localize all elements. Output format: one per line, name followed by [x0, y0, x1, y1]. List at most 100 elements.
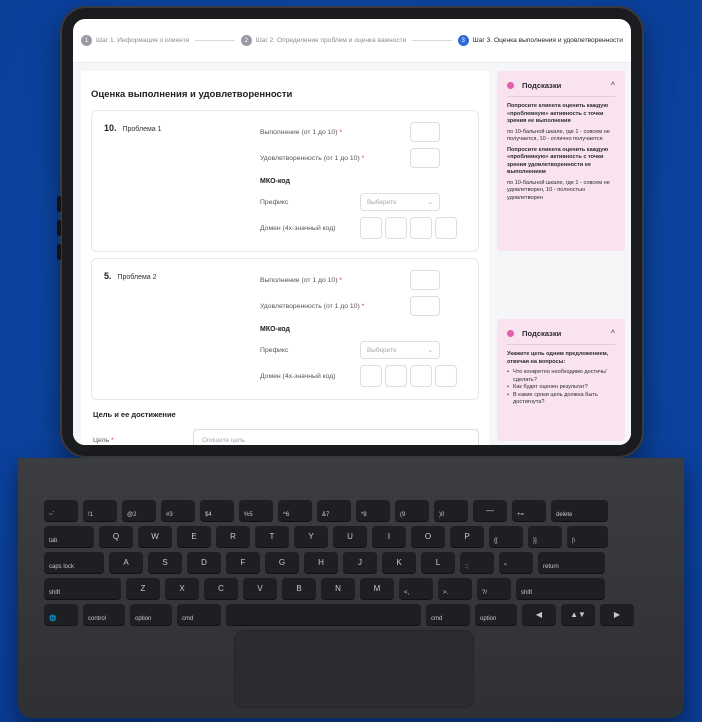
key[interactable]: V [243, 578, 277, 599]
key[interactable]: D [187, 552, 221, 573]
goal-section-title: Цель и ее достижение [93, 410, 176, 419]
domain-digit-input[interactable] [435, 365, 457, 387]
key[interactable]: E [177, 526, 211, 547]
domain-digit-input[interactable] [385, 217, 407, 239]
key[interactable]: I [372, 526, 406, 547]
chevron-up-icon[interactable]: ^ [611, 82, 615, 89]
key[interactable]: F [226, 552, 260, 573]
key[interactable]: L [421, 552, 455, 573]
hints-header[interactable]: Подсказки ^ [507, 81, 615, 90]
key[interactable]: R [216, 526, 250, 547]
satisfaction-input[interactable] [410, 148, 440, 168]
hints-title: Подсказки [522, 329, 562, 338]
key[interactable]: option [130, 604, 172, 625]
key[interactable]: K [382, 552, 416, 573]
prefix-select[interactable]: Выберите ⌄ [360, 193, 440, 211]
key[interactable]: !1 [83, 500, 117, 521]
key[interactable]: {[ [489, 526, 523, 547]
key[interactable]: M [360, 578, 394, 599]
performance-input[interactable] [410, 270, 440, 290]
key[interactable]: (9 [395, 500, 429, 521]
key[interactable]: Q [99, 526, 133, 547]
key[interactable]: control [83, 604, 125, 625]
key[interactable]: >. [438, 578, 472, 599]
step-3[interactable]: 3 Шаг 3. Оценка выполнения и удовлетворе… [457, 35, 623, 46]
key[interactable]: C [204, 578, 238, 599]
key[interactable]: ◀ [522, 604, 556, 625]
device-button [57, 196, 61, 212]
step-1[interactable]: 1 Шаг 1. Информация о клиенте [81, 35, 189, 46]
domain-digit-input[interactable] [435, 217, 457, 239]
key[interactable]: )0 [434, 500, 468, 521]
key[interactable]: #3 [161, 500, 195, 521]
key[interactable]: caps lock [44, 552, 104, 573]
domain-digit-input[interactable] [385, 365, 407, 387]
key[interactable]: $4 [200, 500, 234, 521]
hints-header[interactable]: Подсказки ^ [507, 329, 615, 338]
step-2[interactable]: 2 Шаг 2. Определение проблем и оценка ва… [240, 35, 406, 46]
satisfaction-input[interactable] [410, 296, 440, 316]
key[interactable]: — [473, 500, 507, 521]
key[interactable]: delete [551, 500, 608, 521]
key[interactable]: W [138, 526, 172, 547]
key[interactable]: option [475, 604, 517, 625]
key[interactable]: A [109, 552, 143, 573]
domain-digit-input[interactable] [410, 365, 432, 387]
goal-input[interactable]: Опишите цель [193, 429, 479, 445]
domain-digit-input[interactable] [410, 217, 432, 239]
key[interactable]: T [255, 526, 289, 547]
key[interactable]: cmd [426, 604, 470, 625]
key[interactable]: shift [44, 578, 121, 599]
key[interactable]: shift [516, 578, 605, 599]
key[interactable]: <, [399, 578, 433, 599]
key[interactable]: tab [44, 526, 94, 547]
step-number: 1 [81, 35, 92, 46]
problem-header: 5. Проблема 2 [104, 271, 157, 281]
performance-input[interactable] [410, 122, 440, 142]
key[interactable]: Z [126, 578, 160, 599]
domain-row: Домен (4х-значный код) [260, 365, 474, 387]
satisfaction-label: Удовлетворенность (от 1 до 10) * [260, 155, 410, 162]
key[interactable]: cmd [177, 604, 221, 625]
keyboard-row: ~` !1 @2 #3 $4 %5 ^6 &7 *8 (9)0— += delete [44, 500, 658, 521]
problem-card: 10. Проблема 1 Выполнение (от 1 до 10) *… [91, 110, 479, 252]
key[interactable]: Y [294, 526, 328, 547]
goal-label-text: Цель [93, 436, 110, 444]
key[interactable]: ▲▼ [561, 604, 595, 625]
key[interactable]: ▶ [600, 604, 634, 625]
domain-digit-input[interactable] [360, 217, 382, 239]
key[interactable]: B [282, 578, 316, 599]
key[interactable]: :; [460, 552, 494, 573]
key[interactable]: %5 [239, 500, 273, 521]
key[interactable]: X [165, 578, 199, 599]
key[interactable]: ^6 [278, 500, 312, 521]
key[interactable]: ~` [44, 500, 78, 521]
key[interactable]: O [411, 526, 445, 547]
key[interactable]: "' [499, 552, 533, 573]
problem-name: Проблема 2 [117, 274, 157, 281]
key[interactable]: @2 [122, 500, 156, 521]
trackpad[interactable] [234, 630, 474, 708]
domain-digit-input[interactable] [360, 365, 382, 387]
key[interactable]: S [148, 552, 182, 573]
key[interactable]: return [538, 552, 605, 573]
prefix-select[interactable]: Выберите ⌄ [360, 341, 440, 359]
key[interactable]: N [321, 578, 355, 599]
key[interactable]: *8 [356, 500, 390, 521]
key[interactable]: U [333, 526, 367, 547]
key[interactable]: ?/ [477, 578, 511, 599]
key[interactable]: 🌐 [44, 604, 78, 625]
key[interactable]: H [304, 552, 338, 573]
key[interactable]: G [265, 552, 299, 573]
key[interactable]: J [343, 552, 377, 573]
domain-label: Домен (4х-значный код) [260, 224, 336, 232]
key[interactable]: }] [528, 526, 562, 547]
space-key[interactable] [226, 604, 421, 625]
satisfaction-label-text: Удовлетворенность (от 1 до 10) [260, 302, 360, 310]
chevron-up-icon[interactable]: ^ [611, 330, 615, 337]
problem-card: 5. Проблема 2 Выполнение (от 1 до 10) * … [91, 258, 479, 400]
key[interactable]: |\ [567, 526, 608, 547]
key[interactable]: += [512, 500, 546, 521]
key[interactable]: P [450, 526, 484, 547]
key[interactable]: &7 [317, 500, 351, 521]
